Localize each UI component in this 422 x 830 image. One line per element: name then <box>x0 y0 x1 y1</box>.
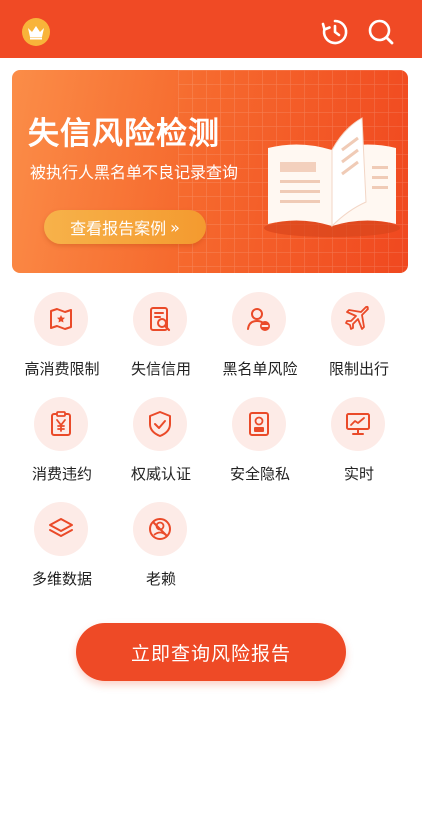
history-icon[interactable] <box>320 17 350 47</box>
query-report-button[interactable]: 立即查询风险报告 <box>76 623 346 681</box>
crown-icon[interactable] <box>22 18 50 46</box>
banned-user-icon <box>149 518 171 540</box>
double-chevron-icon: » <box>170 217 180 237</box>
top-bar <box>0 0 422 58</box>
service-label: 消费违约 <box>31 465 92 483</box>
banner-title: 失信风险检测 <box>28 116 220 152</box>
view-case-label: 查看报告案例 <box>70 219 167 238</box>
risk-banner[interactable]: 失信风险检测 被执行人黑名单不良记录查询 查看报告案例 » <box>12 70 408 273</box>
service-privacy[interactable]: 安全隐私 <box>210 397 310 497</box>
service-label: 限制出行 <box>328 360 389 378</box>
search-icon[interactable] <box>366 17 396 47</box>
service-realtime[interactable]: 实时 <box>309 397 409 497</box>
yuan-clipboard-icon <box>51 411 71 436</box>
service-travel-limit[interactable]: 限制出行 <box>309 292 409 392</box>
banner-subtitle: 被执行人黑名单不良记录查询 <box>30 163 239 182</box>
service-blacklist[interactable]: 黑名单风险 <box>210 292 310 392</box>
service-credit[interactable]: 失信信用 <box>111 292 211 392</box>
document-search-icon <box>150 307 171 332</box>
open-book-icon <box>264 117 400 237</box>
service-label: 失信信用 <box>130 360 191 378</box>
service-authority[interactable]: 权威认证 <box>111 397 211 497</box>
airplane-icon <box>345 305 369 330</box>
id-badge-icon <box>249 412 269 436</box>
service-label: 老赖 <box>145 570 176 588</box>
layers-icon <box>49 518 73 537</box>
service-label: 多维数据 <box>31 570 92 588</box>
service-label: 权威认证 <box>130 465 191 483</box>
service-defaulter[interactable]: 老赖 <box>111 502 211 602</box>
service-label: 安全隐私 <box>229 465 290 483</box>
service-label: 实时 <box>343 465 374 483</box>
shield-check-icon <box>149 411 171 437</box>
service-high-consumption[interactable]: 高消费限制 <box>12 292 112 392</box>
map-flag-icon <box>50 308 72 330</box>
service-label: 黑名单风险 <box>222 360 298 378</box>
service-label: 高消费限制 <box>24 360 100 378</box>
service-consumption-default[interactable]: 消费违约 <box>12 397 112 497</box>
view-case-button[interactable]: 查看报告案例 » <box>44 210 206 244</box>
service-multi-data[interactable]: 多维数据 <box>12 502 112 602</box>
user-minus-icon <box>247 308 270 331</box>
monitor-chart-icon <box>346 413 370 435</box>
